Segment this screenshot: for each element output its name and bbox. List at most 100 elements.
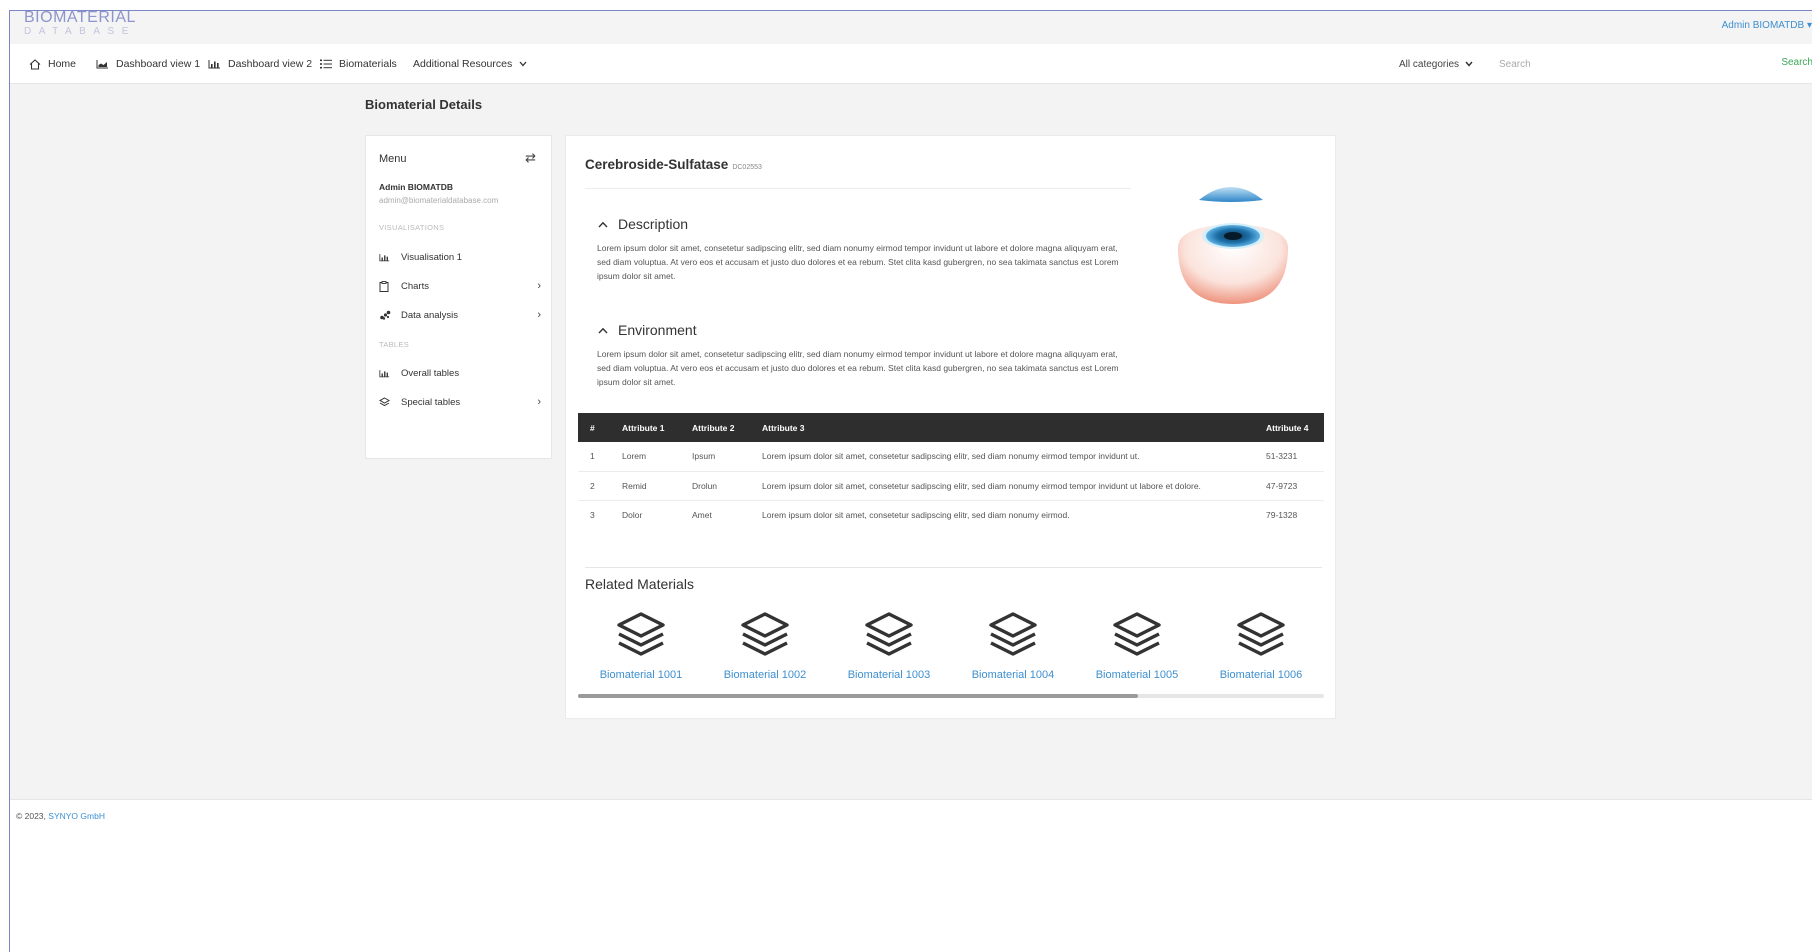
menu-user-email: admin@biomaterialdatabase.com	[379, 196, 499, 205]
material-detail-card: Cerebroside-Sulfatase DC02553 Description…	[565, 135, 1336, 719]
related-material-label: Biomaterial 1002	[723, 669, 807, 681]
table-header[interactable]: Attribute 1	[622, 413, 692, 442]
footer: © 2023, SYNYO GmbH	[10, 799, 1812, 952]
bar-chart-icon	[379, 253, 390, 261]
nav-biomaterials[interactable]: Biomaterials	[320, 44, 397, 84]
table-cell: Ipsum	[692, 442, 762, 472]
chevron-right-icon: ›	[537, 396, 541, 408]
description-text: Lorem ipsum dolor sit amet, consetetur s…	[597, 243, 1119, 281]
menu-item-overall-tables[interactable]: Overall tables	[379, 365, 541, 381]
menu-section-visualisations: VISUALISATIONS	[379, 223, 445, 232]
related-materials-title: Related Materials	[585, 576, 694, 592]
related-material-item[interactable]: Biomaterial 1002	[710, 611, 820, 681]
category-select-value: All categories	[1399, 58, 1460, 70]
area-chart-icon	[96, 60, 108, 69]
brand-logo[interactable]: BIOMATERIAL DATABASE	[24, 10, 136, 37]
chevron-up-icon	[598, 221, 608, 227]
copyright-text: © 2023,	[16, 811, 46, 821]
table-row[interactable]: 3 Dolor Amet Lorem ipsum dolor sit amet,…	[578, 500, 1324, 529]
layers-icon	[617, 612, 665, 656]
chevron-right-icon: ›	[537, 309, 541, 321]
category-select[interactable]: All categories	[1399, 59, 1473, 70]
menu-item-label: Visualisation 1	[401, 251, 463, 263]
search-input[interactable]	[1499, 52, 1739, 76]
nav-additional-resources[interactable]: Additional Resources	[413, 44, 527, 84]
chevron-up-icon	[598, 327, 608, 333]
table-cell: Lorem	[622, 442, 692, 472]
table-header[interactable]: Attribute 2	[692, 413, 762, 442]
table-header[interactable]: Attribute 3	[762, 413, 1266, 442]
menu-item-label: Data analysis	[401, 309, 459, 321]
divider	[585, 188, 1131, 189]
main-nav: Home Dashboard view 1 Dashboard view 2 B…	[10, 44, 1812, 84]
environment-text: Lorem ipsum dolor sit amet, consetetur s…	[597, 349, 1119, 387]
layers-icon	[989, 612, 1037, 656]
clipboard-icon	[379, 280, 389, 292]
related-material-item[interactable]: Biomaterial 1003	[834, 611, 944, 681]
chevron-down-icon	[519, 61, 527, 67]
nav-home[interactable]: Home	[29, 44, 76, 84]
related-material-label: Biomaterial 1006	[1219, 669, 1303, 681]
scatter-icon	[380, 310, 391, 320]
layers-icon	[865, 612, 913, 656]
related-material-item[interactable]: Biomaterial 1001	[586, 611, 696, 681]
related-material-item[interactable]: Biomaterial 1005	[1082, 611, 1192, 681]
nav-dashboard-view-1-label: Dashboard view 1	[116, 58, 201, 70]
table-cell: Lorem ipsum dolor sit amet, consetetur s…	[762, 442, 1266, 472]
related-material-item[interactable]: Biomaterial 1006	[1206, 611, 1316, 681]
divider	[585, 567, 1322, 568]
footer-text: © 2023, SYNYO GmbH	[16, 811, 105, 821]
table-cell: Lorem ipsum dolor sit amet, consetetur s…	[762, 471, 1266, 501]
top-bar: BIOMATERIAL DATABASE Admin BIOMATDB ▾	[10, 10, 1812, 44]
menu-item-data-analysis[interactable]: Data analysis ›	[379, 307, 541, 323]
table-cell: Lorem ipsum dolor sit amet, consetetur s…	[762, 509, 1070, 520]
app-frame: BIOMATERIAL DATABASE Admin BIOMATDB ▾ Ho…	[9, 10, 1812, 952]
related-material-item[interactable]: Biomaterial 1004	[958, 611, 1068, 681]
material-code: DC02553	[732, 164, 762, 171]
nav-dashboard-view-2-label: Dashboard view 2	[228, 58, 313, 70]
search-button[interactable]: Search	[1781, 57, 1812, 68]
description-title: Description	[618, 216, 689, 232]
chevron-right-icon: ›	[537, 280, 541, 292]
brand-subtitle: DATABASE	[24, 26, 136, 37]
layers-icon	[379, 397, 390, 407]
eye-illustration	[1178, 187, 1288, 304]
horizontal-scrollbar[interactable]	[578, 694, 1324, 698]
table-cell: 79-1328	[1266, 509, 1298, 520]
menu-item-visualisation-1[interactable]: Visualisation 1	[379, 249, 541, 265]
home-icon	[29, 58, 41, 70]
brand-title: BIOMATERIAL	[24, 9, 136, 26]
table-cell: Dolor	[622, 509, 643, 520]
table-cell: 2	[578, 471, 622, 501]
chevron-down-icon	[1465, 61, 1473, 67]
attributes-table: # Attribute 1 Attribute 2 Attribute 3 At…	[578, 413, 1324, 529]
swap-icon[interactable]: ⇄	[525, 150, 536, 166]
scrollbar-thumb[interactable]	[578, 694, 1138, 698]
user-menu[interactable]: Admin BIOMATDB ▾	[1722, 20, 1812, 31]
table-cell: 51-3231	[1266, 442, 1324, 472]
description-toggle[interactable]: Description	[598, 216, 688, 232]
menu-item-charts[interactable]: Charts ›	[379, 278, 541, 294]
related-material-label: Biomaterial 1003	[847, 669, 931, 681]
table-header[interactable]: #	[578, 413, 622, 442]
table-header[interactable]: Attribute 4	[1266, 413, 1324, 442]
menu-item-special-tables[interactable]: Special tables ›	[379, 394, 541, 410]
page-title: Biomaterial Details	[365, 97, 483, 112]
nav-dashboard-view-2[interactable]: Dashboard view 2	[208, 44, 312, 84]
layers-icon	[741, 612, 789, 656]
company-link[interactable]: SYNYO GmbH	[48, 811, 105, 821]
table-cell: Amet	[692, 509, 712, 520]
related-material-label: Biomaterial 1001	[599, 669, 683, 681]
table-cell: 3	[590, 509, 595, 520]
related-material-label: Biomaterial 1004	[971, 669, 1055, 681]
related-material-label: Biomaterial 1005	[1095, 669, 1179, 681]
table-cell: Remid	[622, 471, 692, 501]
environment-toggle[interactable]: Environment	[598, 322, 697, 338]
table-row[interactable]: 1 Lorem Ipsum Lorem ipsum dolor sit amet…	[578, 442, 1324, 472]
nav-dashboard-view-1[interactable]: Dashboard view 1	[96, 44, 200, 84]
layers-icon	[1113, 612, 1161, 656]
menu-item-label: Special tables	[401, 396, 461, 408]
menu-item-label: Charts	[401, 280, 429, 292]
table-row[interactable]: 2 Remid Drolun Lorem ipsum dolor sit ame…	[578, 471, 1324, 501]
nav-additional-resources-label: Additional Resources	[413, 58, 513, 70]
